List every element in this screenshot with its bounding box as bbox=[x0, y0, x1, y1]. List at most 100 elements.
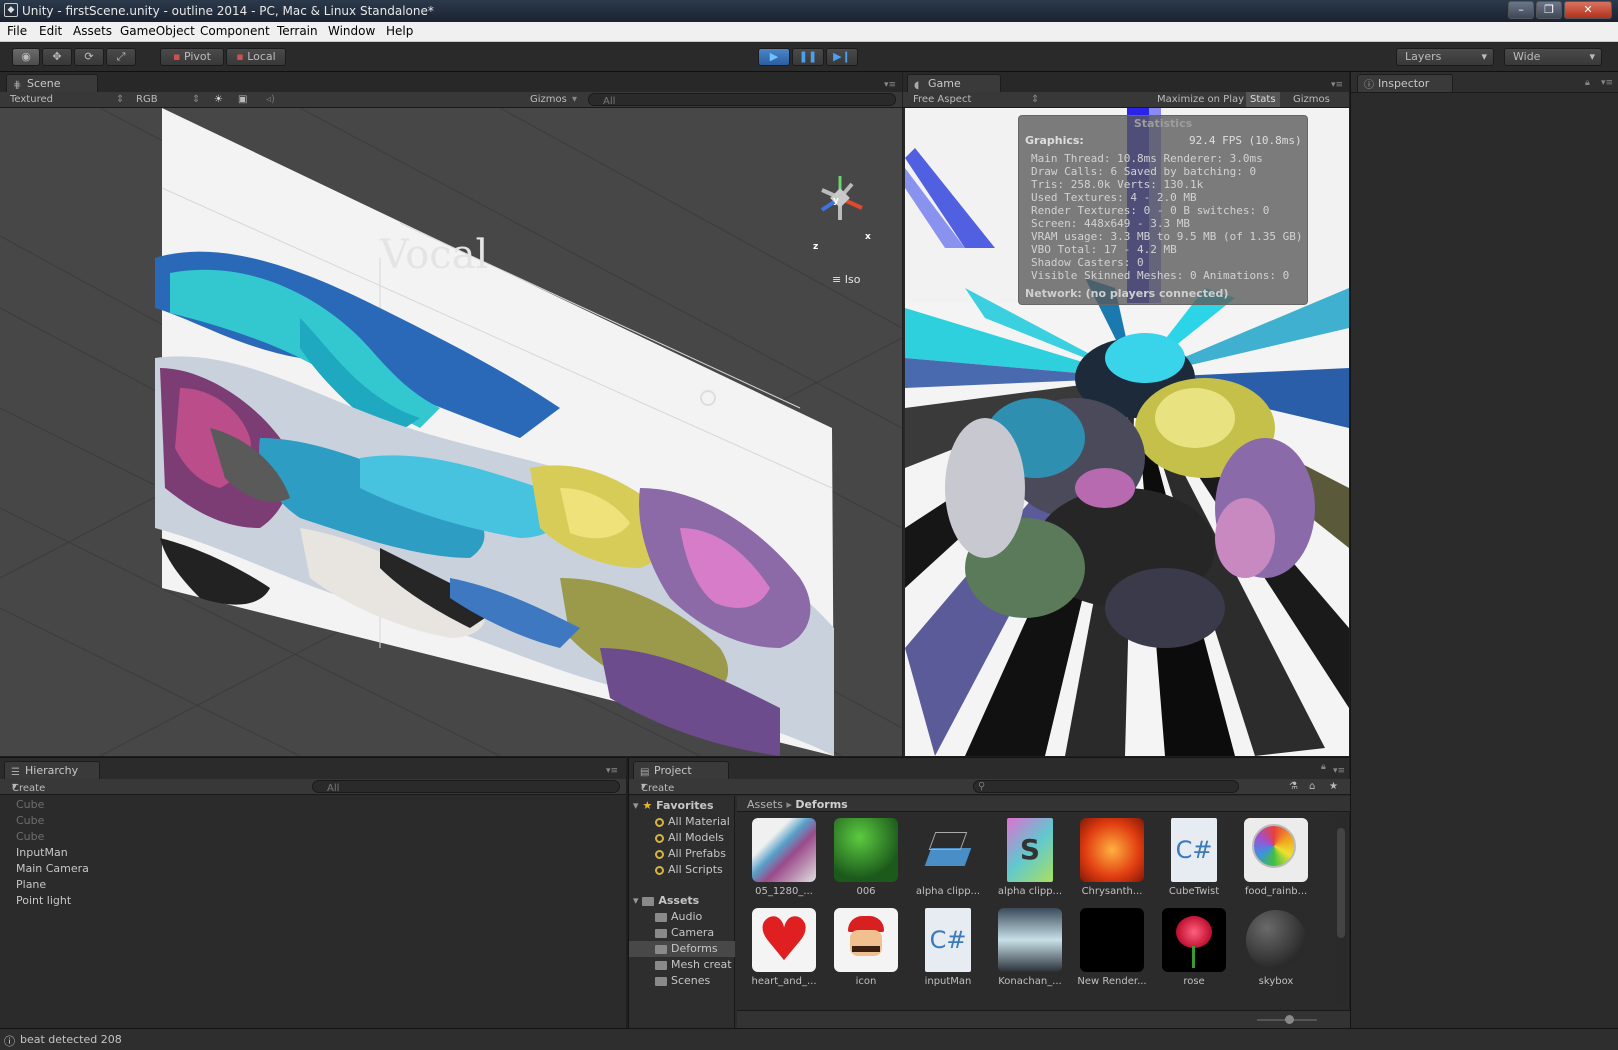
hierarchy-search-field[interactable]: All bbox=[312, 780, 620, 794]
aspect-dropdown[interactable]: Free Aspect bbox=[913, 94, 971, 105]
local-toggle[interactable]: ▪ Local bbox=[226, 48, 286, 66]
asset-item[interactable]: food_rainb... bbox=[1241, 818, 1311, 897]
favorite-item[interactable]: All Prefabs bbox=[655, 847, 726, 860]
hierarchy-create-dropdown[interactable]: Create ▾ bbox=[12, 781, 45, 794]
pivot-toggle[interactable]: ▪ Pivot bbox=[160, 48, 224, 66]
pause-button[interactable]: ❚❚ bbox=[792, 48, 824, 66]
pane-menu-icon[interactable]: ▾≡ bbox=[1601, 78, 1613, 88]
hierarchy-item-cube[interactable]: Cube bbox=[16, 798, 44, 811]
step-button[interactable]: ▶❙ bbox=[826, 48, 858, 66]
favorite-item[interactable]: All Models bbox=[655, 831, 724, 844]
favorites-section[interactable]: ▾ ★ Favorites bbox=[633, 799, 714, 812]
hierarchy-item-plane[interactable]: Plane bbox=[16, 878, 46, 891]
asset-item[interactable]: S alpha clipp... bbox=[995, 818, 1065, 897]
menu-gameobject[interactable]: GameObject bbox=[120, 24, 195, 38]
stats-toggle[interactable]: Stats bbox=[1246, 92, 1280, 107]
tab-game[interactable]: ◖ Game bbox=[907, 74, 1001, 92]
render-mode-dropdown[interactable]: Textured bbox=[10, 94, 53, 105]
pane-menu-icon[interactable]: ▾≡ bbox=[1331, 80, 1343, 90]
folder-item-selected[interactable]: Deforms bbox=[629, 941, 735, 957]
chevron-down-icon: ⇕ bbox=[1031, 94, 1040, 105]
scrollbar-thumb[interactable] bbox=[1337, 828, 1345, 938]
asset-item[interactable]: New Render... bbox=[1077, 908, 1147, 987]
folder-item[interactable]: Scenes bbox=[655, 974, 710, 987]
layout-dropdown[interactable]: Wide ▾ bbox=[1504, 48, 1602, 66]
menu-window[interactable]: Window bbox=[328, 24, 375, 38]
pane-menu-icon[interactable]: ▾≡ bbox=[606, 766, 618, 776]
menu-terrain[interactable]: Terrain bbox=[277, 24, 318, 38]
game-gizmos-dropdown[interactable]: Gizmos bbox=[1293, 94, 1330, 105]
minimize-button[interactable]: – bbox=[1508, 1, 1534, 19]
tab-inspector[interactable]: ⓘ Inspector bbox=[1357, 74, 1453, 92]
project-tree: ▾ ★ Favorites All Material All Models Al… bbox=[629, 796, 735, 1029]
favorite-star-icon[interactable]: ★ bbox=[1329, 781, 1338, 792]
asset-item[interactable]: icon bbox=[831, 908, 901, 987]
move-tool-button[interactable]: ✥ bbox=[42, 48, 72, 66]
hierarchy-item-main-camera[interactable]: Main Camera bbox=[16, 862, 89, 875]
projection-toggle[interactable]: ≡ Iso bbox=[832, 273, 860, 286]
asset-item[interactable]: skybox bbox=[1241, 908, 1311, 987]
heart-thumbnail: ♥ bbox=[752, 908, 816, 972]
project-search-field[interactable]: ⚲ bbox=[973, 780, 1239, 793]
rotate-tool-button[interactable]: ⟳ bbox=[74, 48, 104, 66]
asset-item[interactable]: 05_1280_... bbox=[749, 818, 819, 897]
pane-menu-icon[interactable]: ▾≡ bbox=[884, 80, 896, 90]
menu-assets[interactable]: Assets bbox=[73, 24, 112, 38]
folder-item[interactable]: Audio bbox=[655, 910, 702, 923]
layers-dropdown[interactable]: Layers ▾ bbox=[1396, 48, 1494, 66]
menu-help[interactable]: Help bbox=[386, 24, 413, 38]
hierarchy-item-cube[interactable]: Cube bbox=[16, 830, 44, 843]
maximize-on-play-toggle[interactable]: Maximize on Play bbox=[1157, 94, 1244, 105]
favorite-item[interactable]: All Scripts bbox=[655, 863, 723, 876]
tab-project[interactable]: ▤ Project bbox=[633, 761, 729, 779]
asset-item[interactable]: C# inputMan bbox=[913, 908, 983, 987]
folder-item[interactable]: Mesh creat bbox=[655, 958, 732, 971]
asset-item[interactable]: ♥ heart_and_... bbox=[749, 908, 819, 987]
breadcrumb-root[interactable]: Assets bbox=[747, 798, 783, 811]
tab-scene[interactable]: ⋕ Scene bbox=[6, 74, 98, 92]
scale-tool-button[interactable]: ⤢ bbox=[106, 48, 136, 66]
folder-item[interactable]: Camera bbox=[655, 926, 714, 939]
asset-grid-scrollbar[interactable] bbox=[1335, 814, 1347, 1004]
pane-menu-icon[interactable]: ▾≡ bbox=[1333, 766, 1345, 776]
project-create-dropdown[interactable]: Create ▾ bbox=[641, 781, 674, 794]
breadcrumb-current[interactable]: Deforms bbox=[795, 798, 847, 811]
hierarchy-item-inputman[interactable]: InputMan bbox=[16, 846, 68, 859]
network-status: Network: (no players connected) bbox=[1025, 287, 1229, 300]
filter-label-icon[interactable]: ⌂ bbox=[1309, 781, 1315, 792]
leaf-thumbnail bbox=[834, 818, 898, 882]
asset-item[interactable]: alpha clipp... bbox=[913, 818, 983, 897]
scene-viewport[interactable]: Vocal y x z ≡ Iso bbox=[0, 108, 902, 756]
lighting-toggle-icon[interactable]: ☀ bbox=[214, 94, 223, 105]
assets-section[interactable]: ▾ Assets bbox=[633, 894, 699, 907]
image-toggle-icon[interactable]: ▣ bbox=[238, 94, 247, 105]
play-button[interactable]: ▶ bbox=[758, 48, 790, 66]
asset-item[interactable]: rose bbox=[1159, 908, 1229, 987]
close-button[interactable]: ✕ bbox=[1564, 1, 1612, 19]
filter-type-icon[interactable]: ⚗ bbox=[1289, 781, 1298, 792]
color-mode-dropdown[interactable]: RGB bbox=[136, 94, 158, 105]
lock-icon[interactable]: 🔒︎ bbox=[1585, 78, 1590, 88]
folder-icon bbox=[655, 976, 667, 986]
menu-file[interactable]: File bbox=[7, 24, 27, 38]
hierarchy-item-point-light[interactable]: Point light bbox=[16, 894, 71, 907]
menu-edit[interactable]: Edit bbox=[39, 24, 62, 38]
hierarchy-item-cube[interactable]: Cube bbox=[16, 814, 44, 827]
scene-gizmos-dropdown[interactable]: Gizmos bbox=[530, 94, 567, 105]
lock-icon[interactable]: 🔒︎ bbox=[1321, 762, 1326, 772]
favorite-item[interactable]: All Material bbox=[655, 815, 730, 828]
status-message[interactable]: beat detected 208 bbox=[20, 1033, 122, 1046]
asset-item[interactable]: 006 bbox=[831, 818, 901, 897]
chevron-down-icon: ▾ bbox=[572, 94, 578, 105]
tab-hierarchy[interactable]: ☰ Hierarchy bbox=[4, 761, 100, 779]
zoom-slider-thumb[interactable] bbox=[1285, 1015, 1294, 1024]
asset-item[interactable]: Konachan_... bbox=[995, 908, 1065, 987]
scene-search-field[interactable]: All bbox=[588, 93, 896, 107]
maximize-button[interactable]: ❐ bbox=[1536, 1, 1562, 19]
asset-item[interactable]: Chrysanth... bbox=[1077, 818, 1147, 897]
menu-component[interactable]: Component bbox=[200, 24, 270, 38]
hand-tool-button[interactable]: ◉ bbox=[12, 48, 40, 66]
audio-toggle-icon[interactable]: ◃) bbox=[266, 94, 275, 105]
asset-label: skybox bbox=[1258, 976, 1294, 987]
asset-item[interactable]: C# CubeTwist bbox=[1159, 818, 1229, 897]
